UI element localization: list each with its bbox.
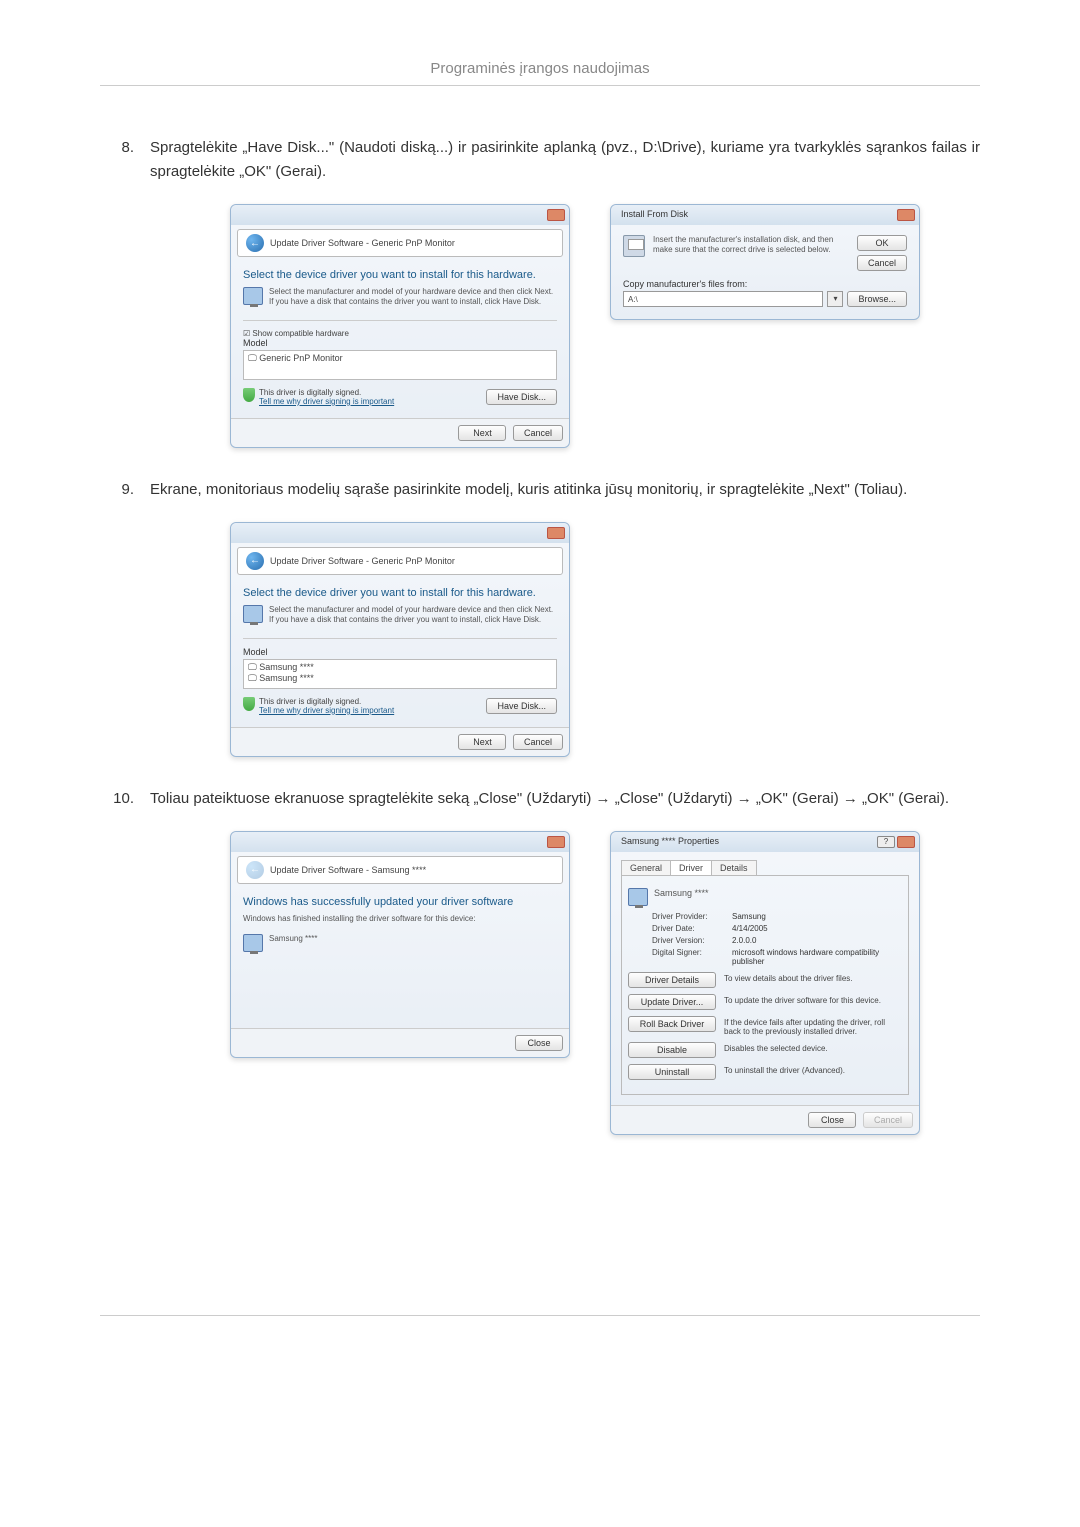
dialog-heading: Windows has successfully updated your dr… [243, 896, 557, 908]
step-10-number: 10. [100, 787, 150, 811]
step-8: 8. Spragtelėkite „Have Disk..." (Naudoti… [100, 136, 980, 184]
back-icon[interactable]: ← [246, 234, 264, 252]
window-properties: Samsung **** Properties ? General Driver… [610, 831, 920, 1135]
monitor-icon [243, 287, 263, 305]
window-update-success: ← Update Driver Software - Samsung **** … [230, 831, 570, 1058]
close-icon[interactable] [897, 209, 915, 221]
disable-button[interactable]: Disable [628, 1042, 716, 1058]
help-icon[interactable]: ? [877, 836, 895, 848]
breadcrumb: ← Update Driver Software - Samsung **** [237, 856, 563, 884]
monitor-icon: 🖵 [248, 353, 257, 363]
step-8-text: Spragtelėkite „Have Disk..." (Naudoti di… [150, 136, 980, 184]
close-icon[interactable] [547, 836, 565, 848]
dialog-instructions: Select the manufacturer and model of you… [269, 605, 557, 626]
cancel-button[interactable]: Cancel [513, 425, 563, 441]
dialog-heading: Select the device driver you want to ins… [243, 587, 557, 599]
step-8-number: 8. [100, 136, 150, 184]
step-9-text: Ekrane, monitoriaus modelių sąraše pasir… [150, 478, 980, 502]
compat-checkbox-row[interactable]: ☑ Show compatible hardware [243, 329, 557, 338]
back-icon[interactable]: ← [246, 552, 264, 570]
breadcrumb-text: Update Driver Software - Samsung **** [270, 865, 426, 875]
drive-dropdown[interactable]: A:\ [623, 291, 823, 307]
breadcrumb: ← Update Driver Software - Generic PnP M… [237, 229, 563, 257]
floppy-icon [623, 235, 645, 257]
step-10-text: Toliau pateiktuose ekranuose spragtelėki… [150, 787, 980, 811]
list-item[interactable]: 🖵 Samsung **** [248, 662, 552, 673]
tab-general[interactable]: General [621, 860, 671, 875]
device-name: Samsung **** [654, 888, 902, 906]
close-icon[interactable] [897, 836, 915, 848]
list-item[interactable]: 🖵 Generic PnP Monitor [248, 353, 552, 364]
window-install-from-disk: Install From Disk Insert the manufacture… [610, 204, 920, 320]
browse-button[interactable]: Browse... [847, 291, 907, 307]
cancel-button[interactable]: Cancel [513, 734, 563, 750]
close-icon[interactable] [547, 527, 565, 539]
roll-back-button[interactable]: Roll Back Driver [628, 1016, 716, 1032]
tab-details[interactable]: Details [711, 860, 757, 875]
close-button[interactable]: Close [808, 1112, 856, 1128]
screenshot-row-9: ← Update Driver Software - Generic PnP M… [230, 522, 980, 757]
copy-from-label: Copy manufacturer's files from: [623, 279, 907, 289]
titlebar [231, 205, 569, 225]
breadcrumb-text: Update Driver Software - Generic PnP Mon… [270, 238, 455, 248]
cancel-button: Cancel [863, 1112, 913, 1128]
titlebar: Samsung **** Properties ? [611, 832, 919, 852]
step-10: 10. Toliau pateiktuose ekranuose spragte… [100, 787, 980, 811]
titlebar: Install From Disk [611, 205, 919, 225]
window-title: Install From Disk [621, 209, 688, 219]
device-name: Samsung **** [269, 934, 557, 952]
tab-driver[interactable]: Driver [670, 860, 712, 875]
chevron-down-icon[interactable]: ▾ [827, 291, 843, 307]
signed-text: This driver is digitally signed. [259, 388, 361, 397]
close-button[interactable]: Close [515, 1035, 563, 1051]
shield-icon [243, 388, 255, 402]
shield-icon [243, 697, 255, 711]
model-label: Model [243, 647, 557, 657]
have-disk-button[interactable]: Have Disk... [486, 389, 557, 405]
list-item[interactable]: 🖵 Samsung **** [248, 673, 552, 684]
checkbox-icon[interactable]: ☑ [243, 329, 250, 338]
window-title: Samsung **** Properties [621, 836, 719, 846]
ok-button[interactable]: OK [857, 235, 907, 251]
screenshot-row-10: ← Update Driver Software - Samsung **** … [230, 831, 980, 1135]
step-9-number: 9. [100, 478, 150, 502]
breadcrumb-text: Update Driver Software - Generic PnP Mon… [270, 556, 455, 566]
window-select-driver-1: ← Update Driver Software - Generic PnP M… [230, 204, 570, 448]
monitor-icon: 🖵 [248, 673, 257, 683]
uninstall-button[interactable]: Uninstall [628, 1064, 716, 1080]
update-driver-button[interactable]: Update Driver... [628, 994, 716, 1010]
monitor-icon [243, 934, 263, 952]
next-button[interactable]: Next [458, 425, 506, 441]
breadcrumb: ← Update Driver Software - Generic PnP M… [237, 547, 563, 575]
model-list[interactable]: 🖵 Samsung **** 🖵 Samsung **** [243, 659, 557, 689]
install-instructions: Insert the manufacturer's installation d… [653, 235, 849, 256]
tabs: General Driver Details [621, 860, 909, 876]
window-select-driver-2: ← Update Driver Software - Generic PnP M… [230, 522, 570, 757]
screenshot-row-8: ← Update Driver Software - Generic PnP M… [230, 204, 980, 448]
back-icon: ← [246, 861, 264, 879]
monitor-icon: 🖵 [248, 662, 257, 672]
compat-label: Show compatible hardware [252, 329, 349, 338]
signing-link[interactable]: Tell me why driver signing is important [259, 706, 394, 715]
step-9: 9. Ekrane, monitoriaus modelių sąraše pa… [100, 478, 980, 502]
titlebar [231, 523, 569, 543]
dialog-heading: Select the device driver you want to ins… [243, 269, 557, 281]
signing-link[interactable]: Tell me why driver signing is important [259, 397, 394, 406]
dialog-instructions: Select the manufacturer and model of you… [269, 287, 557, 308]
page-header: Programinės įrangos naudojimas [100, 60, 980, 86]
signed-text: This driver is digitally signed. [259, 697, 361, 706]
model-label: Model [243, 338, 557, 348]
titlebar [231, 832, 569, 852]
model-list[interactable]: 🖵 Generic PnP Monitor [243, 350, 557, 380]
next-button[interactable]: Next [458, 734, 506, 750]
dialog-sub: Windows has finished installing the driv… [243, 914, 557, 924]
driver-details-button[interactable]: Driver Details [628, 972, 716, 988]
monitor-icon [628, 888, 648, 906]
cancel-button[interactable]: Cancel [857, 255, 907, 271]
have-disk-button[interactable]: Have Disk... [486, 698, 557, 714]
close-icon[interactable] [547, 209, 565, 221]
monitor-icon [243, 605, 263, 623]
page-footer-line [100, 1315, 980, 1316]
